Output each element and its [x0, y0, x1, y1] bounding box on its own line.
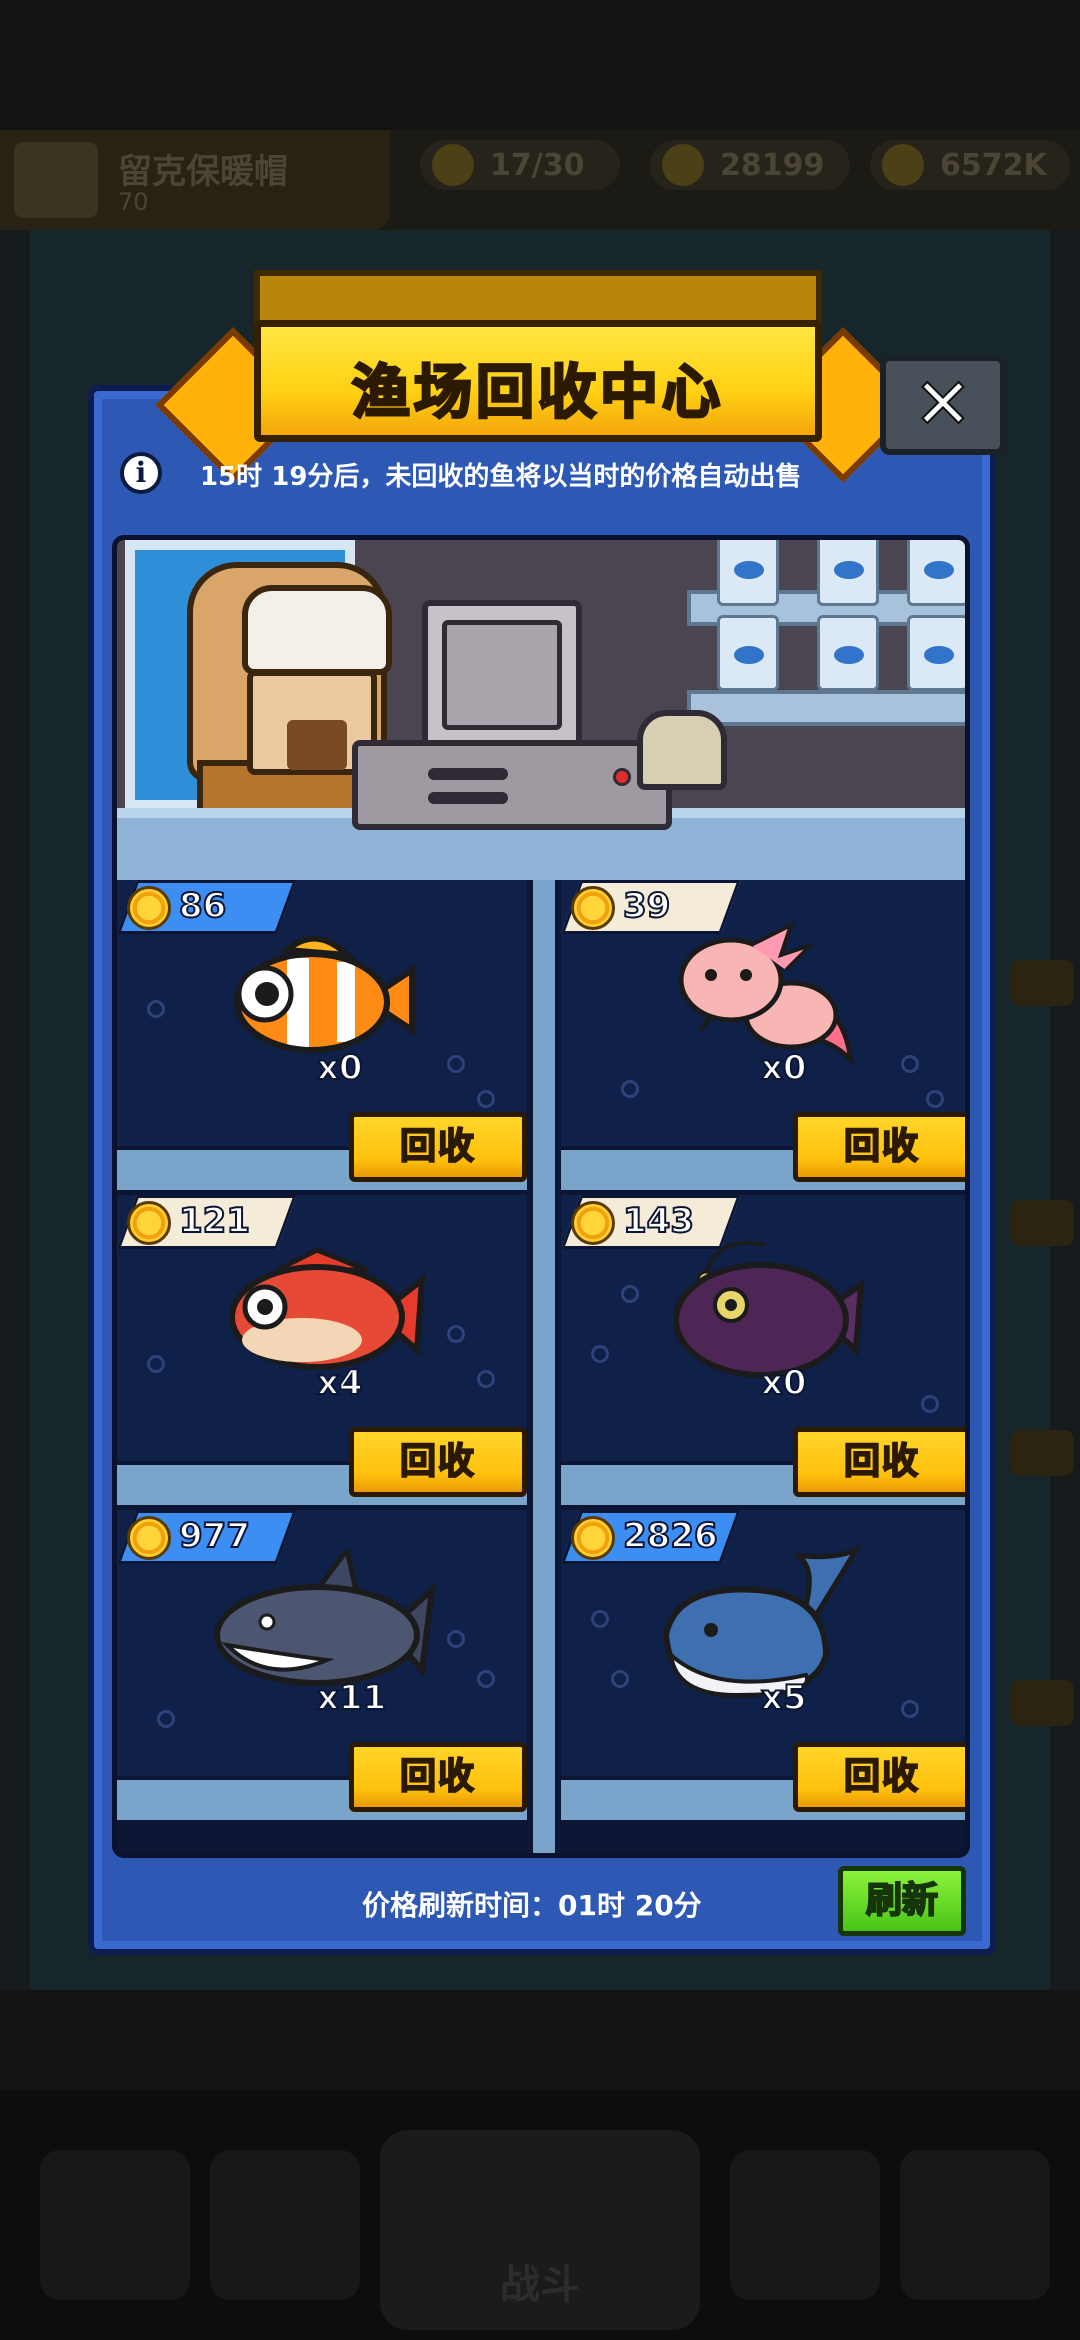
side-coin-icon — [1010, 1200, 1074, 1246]
player-name: 留克保暖帽 — [118, 152, 288, 192]
info-icon[interactable]: i — [120, 452, 162, 494]
shop-panel: 86 x0 回收 39 x0 回收 121 x4 回收 143 x0 回收 97… — [112, 535, 970, 1858]
notice-row: i 15时 19分后，未回收的鱼将以当时的价格自动出售 — [120, 448, 980, 498]
coin-icon — [571, 1201, 615, 1245]
player-card: 留克保暖帽 70 — [0, 130, 390, 230]
resource-energy: 17/30 — [420, 140, 620, 190]
close-icon: ✕ — [913, 362, 974, 446]
fish-pack-icon — [717, 540, 779, 606]
fish-card: 39 x0 回收 — [561, 880, 965, 1190]
sell-button[interactable]: 回收 — [349, 1742, 527, 1812]
fish-count: x4 — [316, 1362, 364, 1404]
fish-count: x5 — [760, 1677, 808, 1719]
fish-pack-icon — [717, 615, 779, 691]
fish-count: x0 — [760, 1047, 808, 1089]
close-button[interactable]: ✕ — [880, 355, 1006, 455]
auto-sell-notice: 15时 19分后，未回收的鱼将以当时的价格自动出售 — [200, 462, 802, 492]
sell-button[interactable]: 回收 — [349, 1112, 527, 1182]
side-coin-icon — [1010, 1680, 1074, 1726]
nav-tab — [900, 2150, 1050, 2300]
sell-button[interactable]: 回收 — [793, 1742, 965, 1812]
bottom-nav: 战斗 — [0, 2090, 1080, 2340]
fur-hat — [242, 585, 392, 675]
fish-count: x11 — [316, 1677, 387, 1719]
fish-card: 86 x0 回收 — [117, 880, 527, 1190]
fish-count: x0 — [760, 1362, 808, 1404]
cash-register — [352, 740, 672, 830]
nav-tab — [40, 2150, 190, 2300]
refresh-row: 价格刷新时间：01时 20分 刷新 — [112, 1866, 970, 1936]
avatar — [14, 142, 98, 218]
side-coin-icon — [1010, 1430, 1074, 1476]
title-banner: 渔场回收中心 — [155, 270, 921, 483]
price-refresh-time: 价格刷新时间：01时 20分 — [362, 1889, 702, 1922]
fish-card: 2826 x5 回收 — [561, 1510, 965, 1820]
fish-pack-icon — [907, 540, 965, 606]
fish-pack-icon — [817, 540, 879, 606]
fish-pack-icon — [907, 615, 965, 691]
fish-card: 977 x11 回收 — [117, 1510, 527, 1820]
dialog-title: 渔场回收中心 — [254, 320, 822, 442]
sell-button[interactable]: 回收 — [793, 1427, 965, 1497]
receipt-printer — [637, 710, 727, 790]
player-level: 70 — [118, 188, 149, 216]
fish-price: 86 — [178, 885, 227, 927]
sell-button[interactable]: 回收 — [349, 1427, 527, 1497]
fish-card: 143 x0 回收 — [561, 1195, 965, 1505]
fish-count: x0 — [316, 1047, 364, 1089]
coin-icon — [571, 1516, 615, 1560]
nav-tab-battle: 战斗 — [380, 2130, 700, 2330]
coin-icon — [571, 886, 615, 930]
coin-icon — [127, 1201, 171, 1245]
resource-coins: 6572K — [870, 140, 1070, 190]
fish-price: 121 — [178, 1200, 251, 1242]
side-coin-icon — [1010, 960, 1074, 1006]
sell-button[interactable]: 回收 — [793, 1112, 965, 1182]
nav-tab — [730, 2150, 880, 2300]
shop-scene-illustration — [117, 540, 965, 880]
fish-card: 121 x4 回收 — [117, 1195, 527, 1505]
resource-cash: 28199 — [650, 140, 850, 190]
coin-icon — [127, 1516, 171, 1560]
computer-monitor — [422, 600, 582, 750]
fish-price: 39 — [622, 885, 671, 927]
refresh-button[interactable]: 刷新 — [838, 1866, 966, 1936]
fish-pack-icon — [817, 615, 879, 691]
nav-tab — [210, 2150, 360, 2300]
coin-icon — [127, 886, 171, 930]
